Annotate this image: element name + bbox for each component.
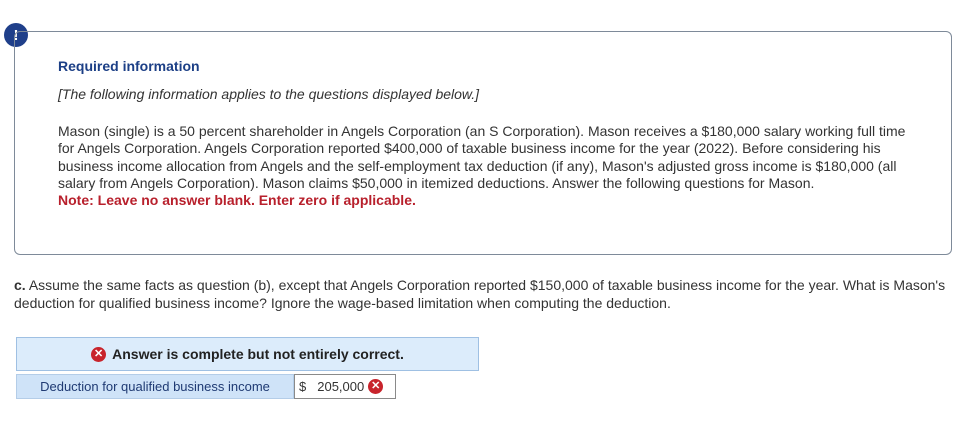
question-label: c. bbox=[14, 277, 26, 293]
info-body-text: Mason (single) is a 50 percent sharehold… bbox=[58, 123, 906, 191]
info-note: Note: Leave no answer blank. Enter zero … bbox=[58, 192, 416, 209]
answer-row: Deduction for qualified business income … bbox=[16, 374, 396, 399]
info-title: Required information bbox=[58, 58, 200, 74]
answer-status-banner: ✕ Answer is complete but not entirely co… bbox=[16, 337, 479, 371]
currency-symbol: $ bbox=[299, 379, 307, 394]
answer-value: 205,000 bbox=[317, 379, 365, 394]
answer-row-label: Deduction for qualified business income bbox=[16, 374, 294, 399]
answer-status-text: Answer is complete but not entirely corr… bbox=[112, 346, 404, 362]
incorrect-icon: ✕ bbox=[91, 346, 107, 362]
info-body: Mason (single) is a 50 percent sharehold… bbox=[58, 123, 908, 209]
answer-input-cell[interactable]: $ 205,000 ✕ bbox=[294, 374, 396, 399]
info-subtitle: [The following information applies to th… bbox=[58, 86, 480, 102]
question-c: c. Assume the same facts as question (b)… bbox=[14, 277, 954, 312]
question-text: Assume the same facts as question (b), e… bbox=[14, 277, 946, 311]
required-information-panel: Required information [The following info… bbox=[14, 31, 952, 255]
incorrect-icon: ✕ bbox=[368, 379, 384, 394]
